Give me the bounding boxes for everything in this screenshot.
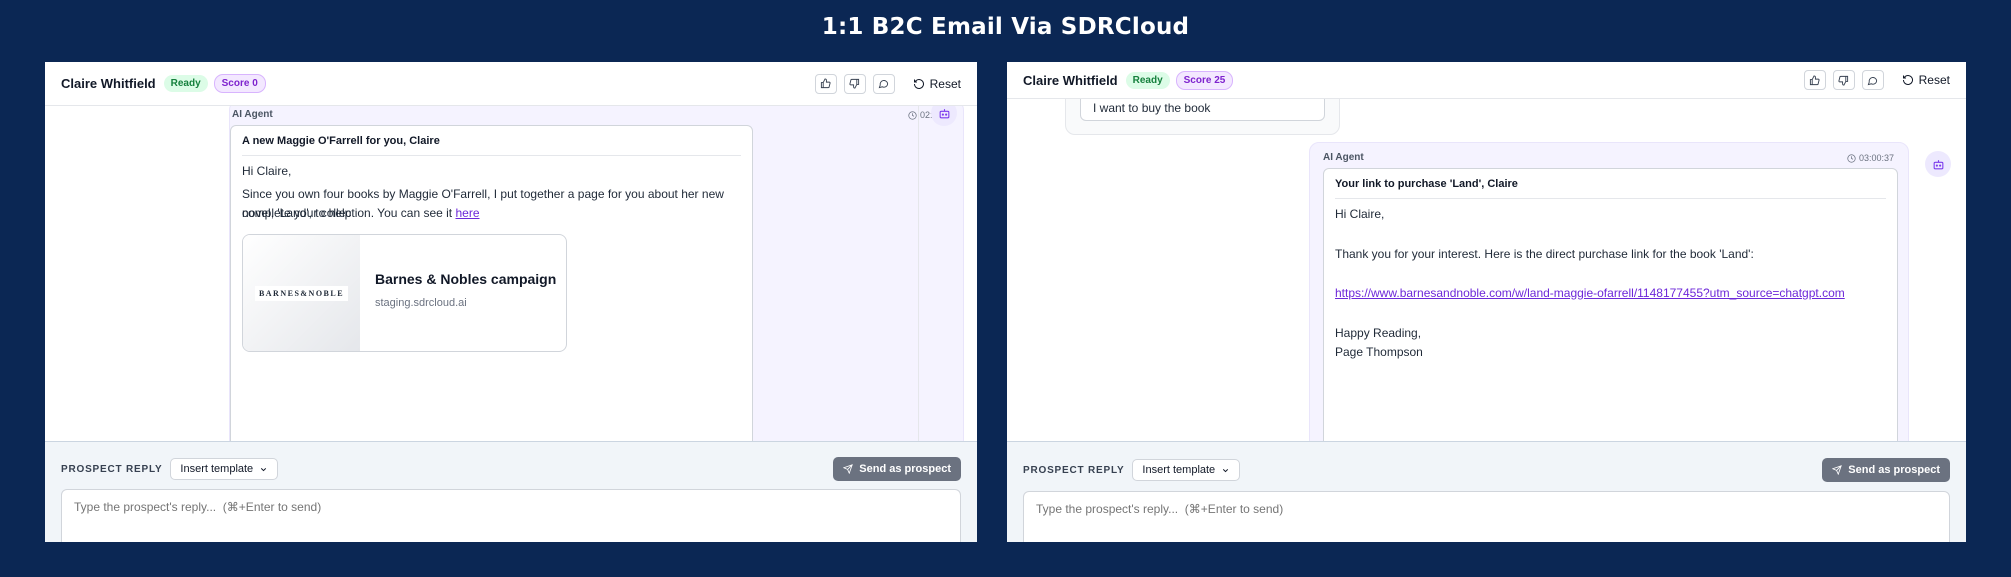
email-purchase-link-line: https://www.barnesandnoble.com/w/land-ma… <box>1335 284 1886 303</box>
chevron-down-icon <box>1223 468 1229 472</box>
send-as-prospect-button[interactable]: Send as prospect <box>1822 458 1950 482</box>
campaign-title: Barnes & Nobles campaign <box>375 271 557 287</box>
agent-message: AI Agent 02:55:13 A new Maggie O'Farrell… <box>229 106 964 441</box>
email-greeting: Hi Claire, <box>242 164 292 178</box>
email-signoff: Happy Reading, <box>1335 326 1422 340</box>
contact-name: Claire Whitfield <box>61 76 156 91</box>
insert-template-button[interactable]: Insert template <box>170 458 279 480</box>
reply-area: PROSPECT REPLY Insert template Send as p… <box>1007 441 1966 542</box>
comment-button[interactable] <box>872 73 895 94</box>
score-badge: Score 25 <box>1175 70 1234 90</box>
panel-header: Claire Whitfield Ready Score 25 Reset <box>1007 62 1966 99</box>
reset-icon <box>1902 75 1913 85</box>
thumbs-down-icon <box>849 78 860 89</box>
thumbs-up-button[interactable] <box>1803 70 1826 90</box>
send-icon <box>843 464 854 474</box>
email-card: A new Maggie O'Farrell for you, Claire H… <box>230 125 753 441</box>
thumbs-up-icon <box>1810 74 1820 85</box>
email-body-line: Thank you for your interest. Here is the… <box>1335 247 1754 261</box>
send-icon <box>1832 465 1843 475</box>
campaign-domain: staging.sdrcloud.ai <box>375 297 467 309</box>
chevron-down-icon <box>261 467 267 471</box>
thumbs-down-button[interactable] <box>1832 70 1855 90</box>
reset-button[interactable]: Reset <box>1902 73 1950 87</box>
message-timestamp: 03:00:37 <box>1847 153 1894 163</box>
campaign-thumbnail: BARNES&NOBLE <box>243 235 360 351</box>
page-title: 1:1 B2C Email Via SDRCloud <box>821 14 1190 40</box>
thumbs-down-icon <box>1838 75 1849 86</box>
bot-avatar <box>1925 151 1951 177</box>
comment-button[interactable] <box>1861 70 1884 90</box>
insert-template-button[interactable]: Insert template <box>1132 459 1241 481</box>
email-greeting: Hi Claire, <box>1335 207 1385 221</box>
reply-area: PROSPECT REPLY Insert template Send as p… <box>45 441 977 542</box>
purchase-link[interactable]: https://www.barnesandnoble.com/w/land-ma… <box>1335 286 1845 300</box>
left-panel: Claire Whitfield Ready Score 0 Reset AI … <box>45 62 977 542</box>
prospect-reply-input[interactable] <box>61 489 961 542</box>
comment-icon <box>1867 76 1878 85</box>
email-card: Your link to purchase 'Land', Claire Hi … <box>1323 168 1898 441</box>
bot-icon <box>1933 159 1943 169</box>
clock-icon <box>1847 153 1856 163</box>
campaign-card[interactable]: BARNES&NOBLE Barnes & Nobles campaign st… <box>242 234 567 352</box>
reply-label: PROSPECT REPLY <box>1023 464 1125 476</box>
reset-label: Reset <box>929 76 961 91</box>
email-signature: Page Thompson <box>1335 345 1423 359</box>
barnes-noble-logo: BARNES&NOBLE <box>254 285 349 301</box>
status-badge: Ready <box>163 75 208 92</box>
thumbs-down-button[interactable] <box>843 73 866 94</box>
email-body-line: complete your collection. You can see it… <box>242 206 480 220</box>
status-badge: Ready <box>1125 71 1170 89</box>
reply-label: PROSPECT REPLY <box>61 463 163 475</box>
prospect-message: I want to buy the book <box>1065 99 1340 135</box>
reset-icon <box>913 78 924 89</box>
prospect-reply-input[interactable] <box>1023 491 1950 542</box>
conversation-area[interactable]: AI Agent 02:55:13 A new Maggie O'Farrell… <box>45 106 977 441</box>
right-panel: Claire Whitfield Ready Score 25 Reset I … <box>1007 62 1966 542</box>
agent-label: AI Agent <box>232 109 273 120</box>
email-subject: Your link to purchase 'Land', Claire <box>1335 178 1886 199</box>
agent-label: AI Agent <box>1323 152 1364 163</box>
reset-label: Reset <box>1918 73 1950 87</box>
reply-toolbar: PROSPECT REPLY Insert template Send as p… <box>1023 457 1950 483</box>
conversation-area[interactable]: I want to buy the book AI Agent 03:00:37… <box>1007 99 1966 441</box>
reset-button[interactable]: Reset <box>913 77 961 91</box>
thumbs-up-button[interactable] <box>814 73 837 94</box>
score-badge: Score 0 <box>213 74 266 93</box>
email-link[interactable]: here <box>455 206 479 220</box>
email-subject: A new Maggie O'Farrell for you, Claire <box>242 135 741 156</box>
thumbs-up-icon <box>821 78 831 89</box>
clock-icon <box>908 110 917 120</box>
prospect-message-bubble: I want to buy the book <box>1080 99 1325 121</box>
bot-icon <box>939 108 949 118</box>
send-as-prospect-button[interactable]: Send as prospect <box>833 457 961 481</box>
reply-toolbar: PROSPECT REPLY Insert template Send as p… <box>61 456 961 482</box>
agent-message: AI Agent 03:00:37 Your link to purchase … <box>1309 142 1909 441</box>
contact-name: Claire Whitfield <box>1023 72 1118 88</box>
comment-icon <box>878 80 889 89</box>
panel-header: Claire Whitfield Ready Score 0 Reset <box>45 62 977 106</box>
